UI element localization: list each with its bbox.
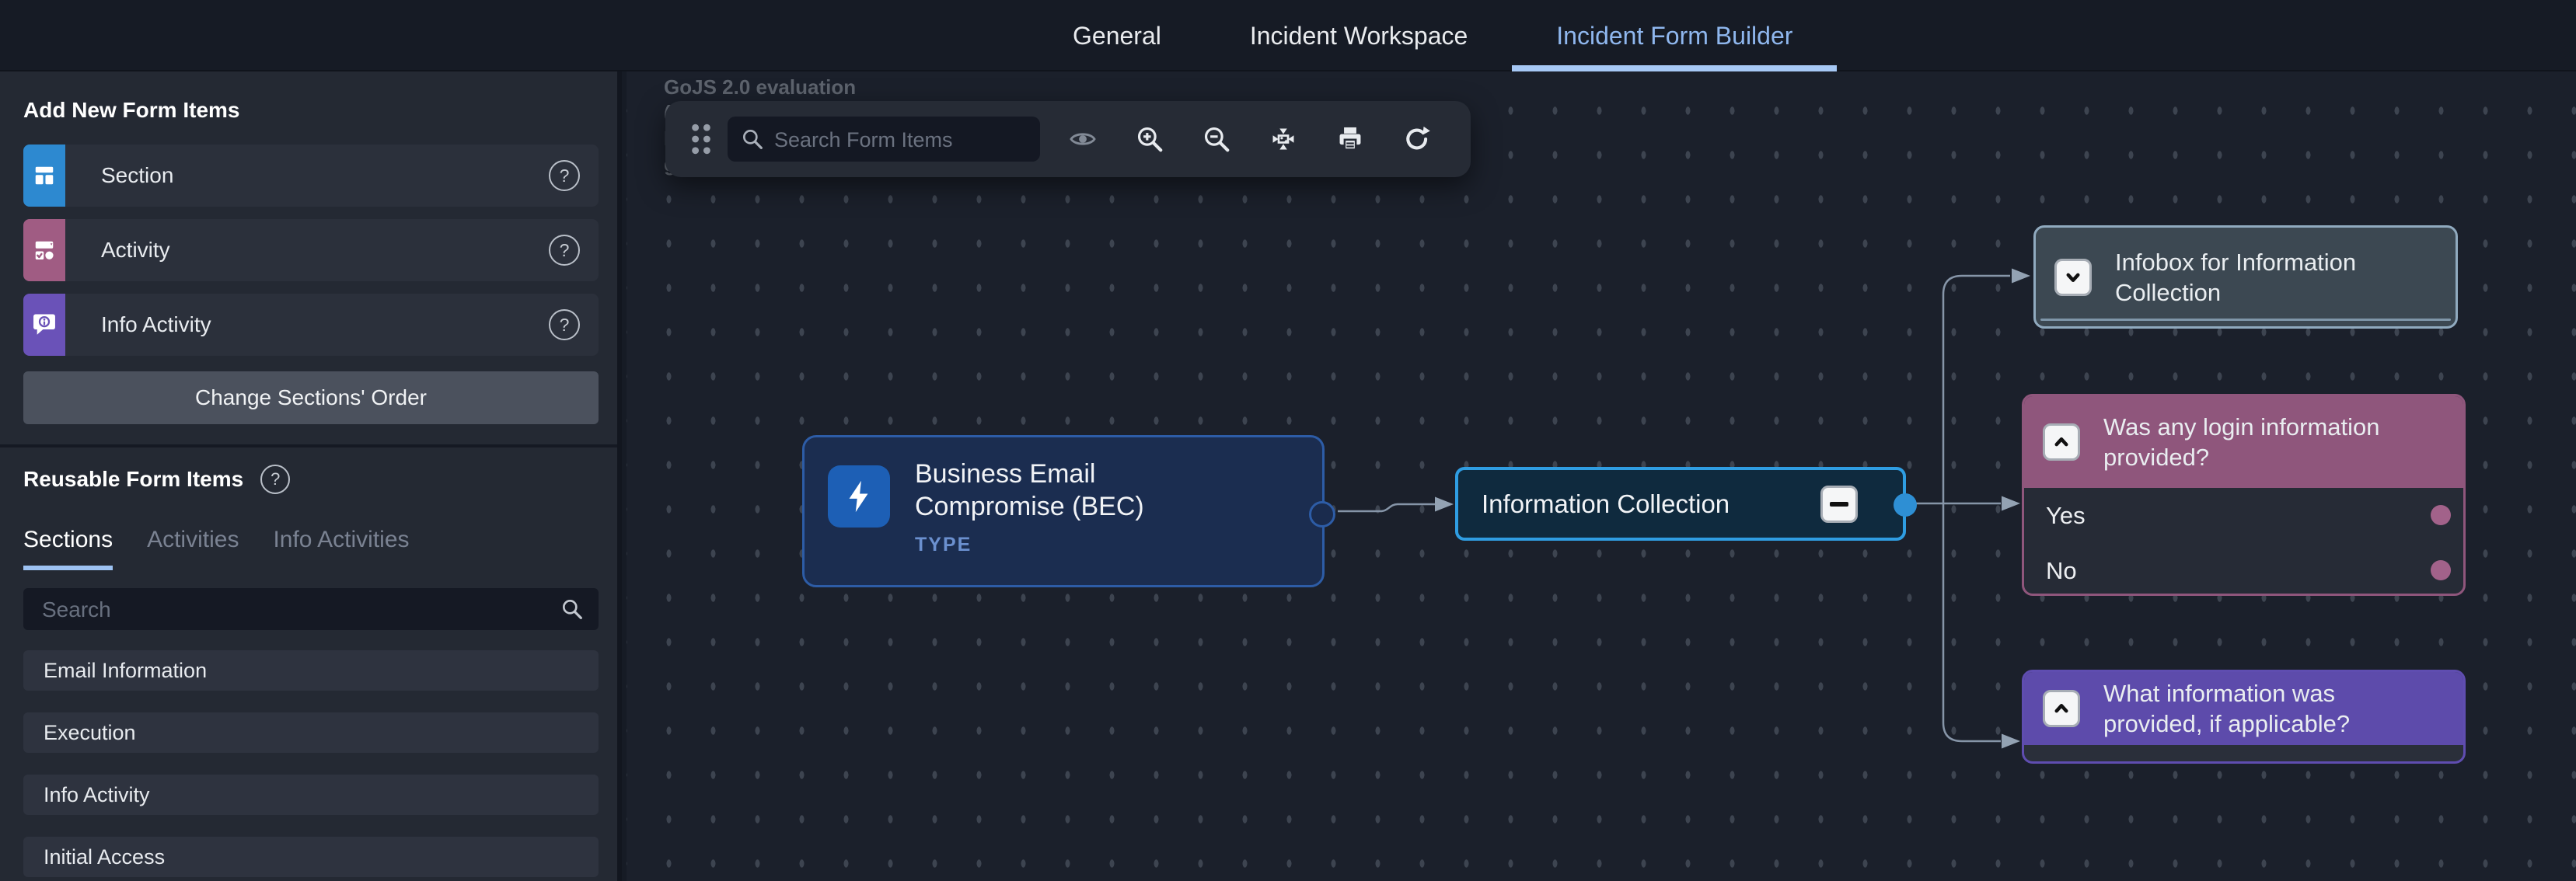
list-item-email-information[interactable]: Email Information xyxy=(23,650,599,691)
list-item-initial-access[interactable]: Initial Access xyxy=(23,837,599,877)
tab-info-activities[interactable]: Info Activities xyxy=(273,527,409,570)
activity-help-icon[interactable]: ? xyxy=(549,235,580,266)
chevron-down-button[interactable] xyxy=(2054,259,2092,296)
search-icon xyxy=(560,597,585,622)
info-bubble-icon xyxy=(23,294,65,356)
sidebar-divider xyxy=(0,444,617,447)
form-items-search-input[interactable] xyxy=(773,117,1032,163)
print-icon[interactable] xyxy=(1335,124,1365,154)
incident-form-builder-app: General Incident Workspace Incident Form… xyxy=(0,0,2576,881)
login-question-title: Was any login informationprovided? xyxy=(2103,412,2380,472)
sidebar-search-input[interactable] xyxy=(40,588,549,632)
drag-handle[interactable] xyxy=(686,120,717,158)
option-yes-label: Yes xyxy=(2046,502,2086,530)
option-yes-port[interactable] xyxy=(2431,505,2451,525)
node-info-provided-question[interactable]: What information wasprovided, if applica… xyxy=(2022,670,2466,764)
reusable-form-items-header: Reusable Form Items xyxy=(23,467,243,492)
form-builder-canvas[interactable]: GoJS 2.0 evaluation(c) 1998-2019 Northwo… xyxy=(627,71,2576,881)
top-tabs: General Incident Workspace Incident Form… xyxy=(1028,0,1837,71)
tab-incident-form-builder[interactable]: Incident Form Builder xyxy=(1512,0,1837,71)
tab-general[interactable]: General xyxy=(1028,0,1206,71)
bec-node-title: Business EmailCompromise (BEC) xyxy=(915,458,1144,523)
search-icon xyxy=(740,127,765,151)
add-info-activity-button[interactable]: Info Activity ? xyxy=(23,294,599,356)
info-activity-help-icon[interactable]: ? xyxy=(549,309,580,340)
tab-activities[interactable]: Activities xyxy=(147,527,239,570)
option-no[interactable]: No xyxy=(2024,543,2463,596)
tab-sections[interactable]: Sections xyxy=(23,527,113,570)
zoom-fit-icon[interactable] xyxy=(1269,124,1298,154)
list-item-execution[interactable]: Execution xyxy=(23,712,599,753)
bec-output-port[interactable] xyxy=(1309,501,1335,528)
activity-checklist-icon xyxy=(23,219,65,281)
tab-incident-workspace[interactable]: Incident Workspace xyxy=(1206,0,1512,71)
section-help-icon[interactable]: ? xyxy=(549,160,580,191)
login-question-header: Was any login informationprovided? xyxy=(2024,396,2463,488)
info-provided-title: What information wasprovided, if applica… xyxy=(2103,678,2350,739)
sidebar: Add New Form Items Section ? Activity ? … xyxy=(0,71,622,881)
chevron-up-button[interactable] xyxy=(2043,423,2080,461)
add-new-form-items-header: Add New Form Items xyxy=(23,98,239,123)
add-section-label: Section xyxy=(101,163,173,188)
lightning-bolt-icon xyxy=(828,465,890,528)
node-bec-type[interactable]: Business EmailCompromise (BEC) TYPE xyxy=(802,435,1325,587)
refresh-icon[interactable] xyxy=(1402,124,1432,154)
collapse-minus-button[interactable] xyxy=(1820,486,1858,523)
information-collection-title: Information Collection xyxy=(1482,489,1730,519)
bec-type-badge: TYPE xyxy=(915,534,1144,556)
add-activity-button[interactable]: Activity ? xyxy=(23,219,599,281)
add-activity-label: Activity xyxy=(101,238,170,263)
infobox-title: Infobox for InformationCollection xyxy=(2115,247,2356,308)
reusable-help-icon[interactable]: ? xyxy=(260,465,290,494)
option-no-label: No xyxy=(2046,557,2077,585)
node-information-collection[interactable]: Information Collection xyxy=(1455,467,1906,541)
collapsed-stack-edge xyxy=(2040,319,2451,321)
zoom-out-icon[interactable] xyxy=(1202,124,1231,154)
canvas-toolbar xyxy=(665,101,1471,177)
node-login-question[interactable]: Was any login informationprovided? Yes N… xyxy=(2022,394,2466,596)
add-info-activity-label: Info Activity xyxy=(101,312,211,337)
information-collection-output-port[interactable] xyxy=(1894,493,1917,517)
zoom-in-icon[interactable] xyxy=(1135,124,1164,154)
reusable-tabs: Sections Activities Info Activities xyxy=(23,527,410,570)
info-provided-header: What information wasprovided, if applica… xyxy=(2024,672,2463,745)
node-infobox[interactable]: Infobox for InformationCollection xyxy=(2033,225,2458,329)
chevron-up-button[interactable] xyxy=(2043,690,2080,727)
list-item-info-activity[interactable]: Info Activity xyxy=(23,775,599,815)
top-bar: General Incident Workspace Incident Form… xyxy=(0,0,2576,71)
eye-icon[interactable] xyxy=(1068,124,1098,154)
form-items-search xyxy=(728,117,1040,162)
sidebar-search xyxy=(23,588,599,630)
option-no-port[interactable] xyxy=(2431,560,2451,580)
change-sections-order-button[interactable]: Change Sections' Order xyxy=(23,371,599,424)
section-layout-icon xyxy=(23,145,65,207)
add-section-button[interactable]: Section ? xyxy=(23,145,599,207)
option-yes[interactable]: Yes xyxy=(2024,488,2463,543)
